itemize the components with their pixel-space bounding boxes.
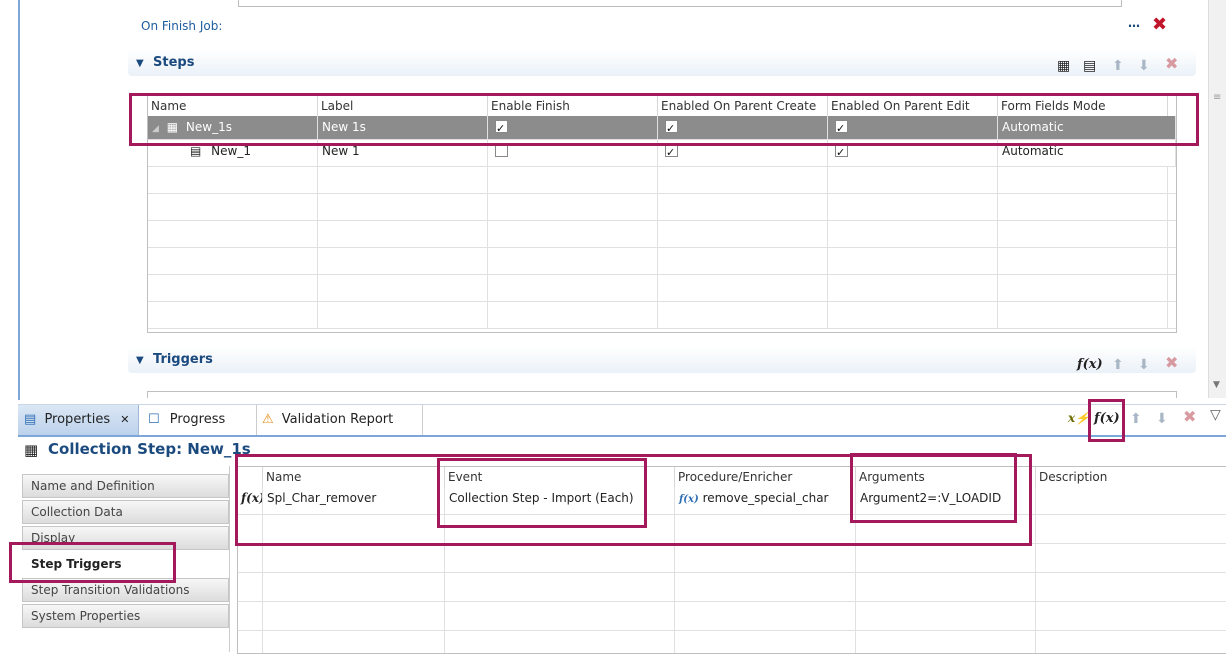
highlight-box: [850, 453, 1017, 523]
step-icon: ▤: [190, 144, 202, 158]
remove-icon[interactable]: ✖: [1165, 355, 1178, 371]
empty-row: [148, 194, 1176, 221]
empty-row: [148, 167, 1176, 194]
empty-row: [148, 275, 1176, 302]
move-up-icon[interactable]: ⬆: [1112, 357, 1124, 373]
close-tab-icon[interactable]: ✕: [114, 413, 129, 426]
step-name: New_1: [211, 144, 251, 158]
collapse-triangle-icon[interactable]: ▼: [136, 58, 144, 69]
add-trigger-icon[interactable]: f(x): [1077, 357, 1103, 372]
highlight-box: [1088, 399, 1125, 442]
move-down-icon[interactable]: ⬇: [1138, 58, 1150, 74]
move-up-icon[interactable]: ⬆: [1112, 58, 1124, 74]
steps-section-header[interactable]: [128, 50, 1196, 76]
steps-title: Steps: [153, 55, 195, 70]
panel-tab-bar: ▤ Properties ✕ ☐ Progress ⚠ Validation R…: [18, 404, 1226, 437]
tab-label: Progress: [169, 412, 226, 427]
edit-trigger-icon[interactable]: x⚡: [1068, 411, 1090, 425]
remove-icon[interactable]: ✖: [1165, 56, 1178, 72]
empty-row: [238, 573, 1226, 602]
add-step-icon[interactable]: ▦: [1057, 58, 1070, 74]
browse-ellipsis-button[interactable]: …: [1128, 16, 1140, 30]
collapse-triangle-icon[interactable]: ▼: [136, 355, 144, 366]
empty-row: [238, 602, 1226, 631]
remove-icon[interactable]: ✖: [1183, 409, 1196, 425]
view-menu-icon[interactable]: ▽: [1210, 407, 1221, 423]
tab-label: Properties: [44, 412, 111, 427]
editor-area: On Finish Job: … ✖ ▼ Steps ▦ ▤ ⬆ ⬇ ✖ Nam…: [0, 0, 1226, 400]
vertical-scrollbar[interactable]: ≡ ▼: [1208, 0, 1226, 398]
highlight-box: [129, 93, 1199, 146]
trigger-description[interactable]: [1036, 487, 1226, 515]
on-finish-job-label: On Finish Job:: [141, 19, 223, 33]
editor-border: [18, 0, 20, 400]
tab-validation-report[interactable]: ⚠ Validation Report: [258, 405, 423, 435]
warning-icon: ⚠: [262, 412, 274, 427]
collection-step-title: Collection Step: New_1s: [48, 440, 251, 458]
move-down-icon[interactable]: ⬇: [1156, 411, 1168, 427]
column-header[interactable]: Description: [1036, 467, 1226, 487]
empty-row: [148, 221, 1176, 248]
nav-name-and-definition[interactable]: Name and Definition: [22, 474, 229, 498]
move-down-icon[interactable]: ⬇: [1138, 357, 1150, 373]
highlight-box: [437, 458, 647, 528]
triggers-title: Triggers: [153, 352, 213, 367]
move-up-icon[interactable]: ⬆: [1130, 411, 1142, 427]
triggers-section-header[interactable]: [128, 347, 1196, 373]
empty-row: [238, 631, 1226, 653]
nav-collection-data[interactable]: Collection Data: [22, 500, 229, 524]
scroll-grip-icon[interactable]: ≡: [1213, 92, 1221, 103]
nav-system-properties[interactable]: System Properties: [22, 604, 229, 628]
scroll-down-icon[interactable]: ▼: [1213, 380, 1220, 390]
tab-properties[interactable]: ▤ Properties ✕: [18, 405, 139, 435]
text-field-top[interactable]: [238, 0, 1122, 7]
add-substep-icon[interactable]: ▤: [1083, 58, 1096, 74]
collection-step-icon: ▦: [24, 441, 39, 459]
tab-progress[interactable]: ☐ Progress: [140, 405, 257, 435]
tab-label: Validation Report: [281, 412, 394, 427]
nav-divider: [229, 466, 230, 652]
highlight-box: [9, 542, 176, 583]
empty-row: [148, 248, 1176, 275]
empty-row: [148, 302, 1176, 329]
empty-row: [238, 544, 1226, 573]
properties-icon: ▤: [24, 412, 37, 427]
delete-icon[interactable]: ✖: [1152, 14, 1167, 35]
progress-icon: ☐: [148, 412, 160, 427]
triggers-table: [147, 391, 1177, 398]
